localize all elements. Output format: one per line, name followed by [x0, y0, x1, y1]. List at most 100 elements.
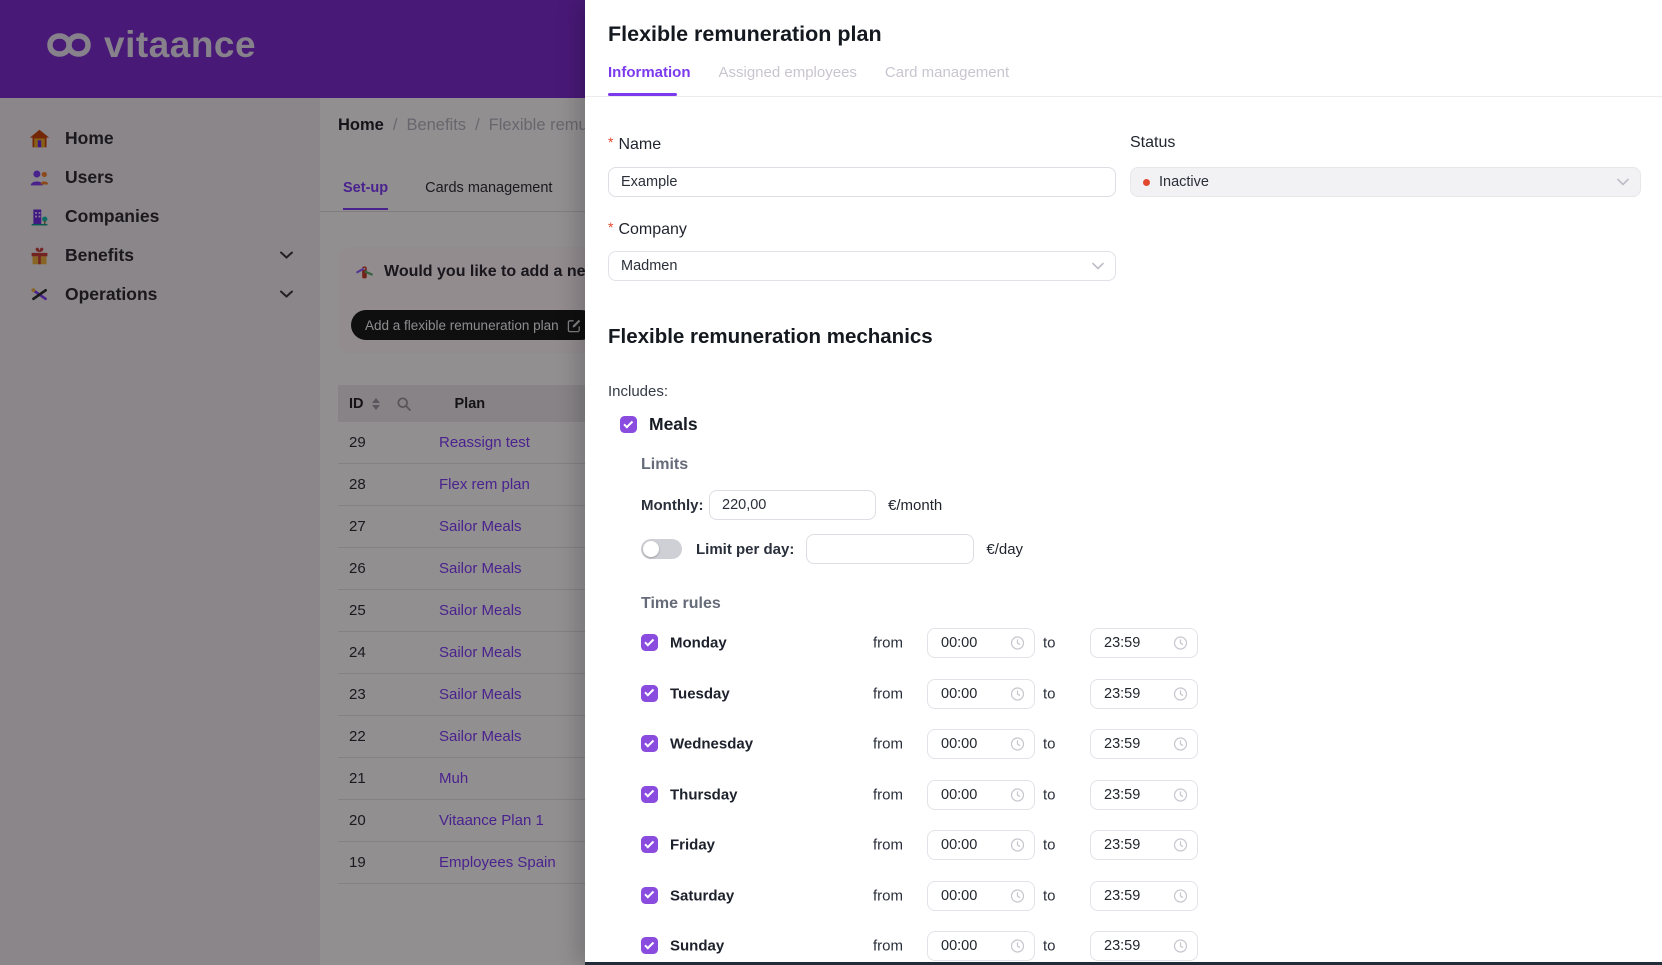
- meals-checkbox[interactable]: [620, 416, 637, 433]
- time-to-input[interactable]: [1104, 635, 1169, 651]
- time-from-input[interactable]: [941, 837, 1006, 853]
- per-day-limit-row: Limit per day: €/day: [641, 534, 1023, 564]
- day-label: Wednesday: [670, 736, 753, 753]
- per-day-toggle[interactable]: [641, 539, 682, 559]
- monthly-limit-field[interactable]: [709, 490, 876, 520]
- name-field[interactable]: [608, 167, 1116, 197]
- status-select[interactable]: Inactive: [1130, 167, 1641, 197]
- time-to-input[interactable]: [1104, 888, 1169, 904]
- clock-icon: [1173, 939, 1188, 954]
- day-checkbox[interactable]: [641, 937, 658, 954]
- clock-icon: [1173, 737, 1188, 752]
- time-from-input[interactable]: [941, 938, 1006, 954]
- per-day-limit-input[interactable]: [819, 541, 961, 557]
- time-from-input[interactable]: [941, 787, 1006, 803]
- clock-icon: [1010, 737, 1025, 752]
- time-to-input[interactable]: [1104, 837, 1169, 853]
- clock-icon: [1173, 636, 1188, 651]
- time-to-field[interactable]: [1090, 679, 1198, 709]
- clock-icon: [1173, 838, 1188, 853]
- from-label: from: [873, 938, 903, 955]
- monthly-unit-label: €/month: [888, 497, 942, 514]
- from-label: from: [873, 685, 903, 702]
- time-to-input[interactable]: [1104, 938, 1169, 954]
- day-checkbox[interactable]: [641, 735, 658, 752]
- status-inactive-dot: [1143, 179, 1150, 186]
- tab-assigned-employees[interactable]: Assigned employees: [719, 64, 857, 81]
- time-from-field[interactable]: [927, 830, 1035, 860]
- day-checkbox[interactable]: [641, 634, 658, 651]
- day-checkbox[interactable]: [641, 786, 658, 803]
- toggle-knob: [643, 541, 659, 557]
- time-from-input[interactable]: [941, 888, 1006, 904]
- check-icon: [644, 737, 653, 746]
- from-label: from: [873, 837, 903, 854]
- company-label: Company: [608, 219, 687, 239]
- per-day-limit-field[interactable]: [806, 534, 974, 564]
- time-from-input[interactable]: [941, 736, 1006, 752]
- clock-icon: [1010, 838, 1025, 853]
- clock-icon: [1010, 787, 1025, 802]
- time-to-field[interactable]: [1090, 931, 1198, 961]
- time-from-field[interactable]: [927, 628, 1035, 658]
- to-label: to: [1043, 635, 1056, 652]
- day-checkbox[interactable]: [641, 887, 658, 904]
- chevron-down-icon: [1617, 173, 1629, 191]
- to-label: to: [1043, 786, 1056, 803]
- meals-label: Meals: [649, 414, 698, 435]
- monthly-limit-input[interactable]: [722, 497, 863, 513]
- tab-information[interactable]: Information: [608, 64, 691, 81]
- day-checkbox[interactable]: [641, 685, 658, 702]
- clock-icon: [1010, 939, 1025, 954]
- check-icon: [644, 939, 653, 948]
- day-label: Monday: [670, 635, 727, 652]
- time-to-field[interactable]: [1090, 729, 1198, 759]
- name-label: Name: [608, 134, 661, 154]
- time-to-field[interactable]: [1090, 628, 1198, 658]
- time-rule-row: Sundayfromto: [641, 931, 1221, 961]
- time-to-input[interactable]: [1104, 787, 1169, 803]
- time-from-field[interactable]: [927, 780, 1035, 810]
- clock-icon: [1173, 888, 1188, 903]
- flexible-remuneration-plan-drawer: Flexible remuneration plan Information A…: [585, 0, 1662, 965]
- time-to-input[interactable]: [1104, 686, 1169, 702]
- to-label: to: [1043, 887, 1056, 904]
- mechanics-heading: Flexible remuneration mechanics: [608, 325, 933, 349]
- to-label: to: [1043, 736, 1056, 753]
- clock-icon: [1010, 686, 1025, 701]
- time-to-field[interactable]: [1090, 780, 1198, 810]
- time-to-input[interactable]: [1104, 736, 1169, 752]
- day-label: Saturday: [670, 887, 734, 904]
- day-checkbox[interactable]: [641, 836, 658, 853]
- check-icon: [644, 636, 653, 645]
- from-label: from: [873, 635, 903, 652]
- clock-icon: [1010, 888, 1025, 903]
- time-rule-row: Saturdayfromto: [641, 881, 1221, 911]
- check-icon: [644, 687, 653, 696]
- time-to-field[interactable]: [1090, 881, 1198, 911]
- to-label: to: [1043, 837, 1056, 854]
- company-select[interactable]: Madmen: [608, 251, 1116, 281]
- from-label: from: [873, 736, 903, 753]
- clock-icon: [1173, 787, 1188, 802]
- per-day-label: Limit per day:: [696, 541, 794, 558]
- time-from-field[interactable]: [927, 729, 1035, 759]
- tab-card-management[interactable]: Card management: [885, 64, 1009, 81]
- time-from-input[interactable]: [941, 686, 1006, 702]
- per-day-unit-label: €/day: [986, 541, 1023, 558]
- name-input[interactable]: [621, 174, 1103, 190]
- time-to-field[interactable]: [1090, 830, 1198, 860]
- time-rule-row: Fridayfromto: [641, 830, 1221, 860]
- limits-heading: Limits: [641, 456, 688, 474]
- time-rule-row: Thursdayfromto: [641, 780, 1221, 810]
- chevron-down-icon: [1092, 257, 1104, 275]
- time-from-field[interactable]: [927, 679, 1035, 709]
- time-from-field[interactable]: [927, 881, 1035, 911]
- time-from-input[interactable]: [941, 635, 1006, 651]
- company-value: Madmen: [621, 258, 677, 274]
- check-icon: [644, 838, 653, 847]
- status-label: Status: [1130, 134, 1175, 152]
- drawer-title: Flexible remuneration plan: [608, 22, 882, 47]
- time-from-field[interactable]: [927, 931, 1035, 961]
- day-label: Tuesday: [670, 685, 730, 702]
